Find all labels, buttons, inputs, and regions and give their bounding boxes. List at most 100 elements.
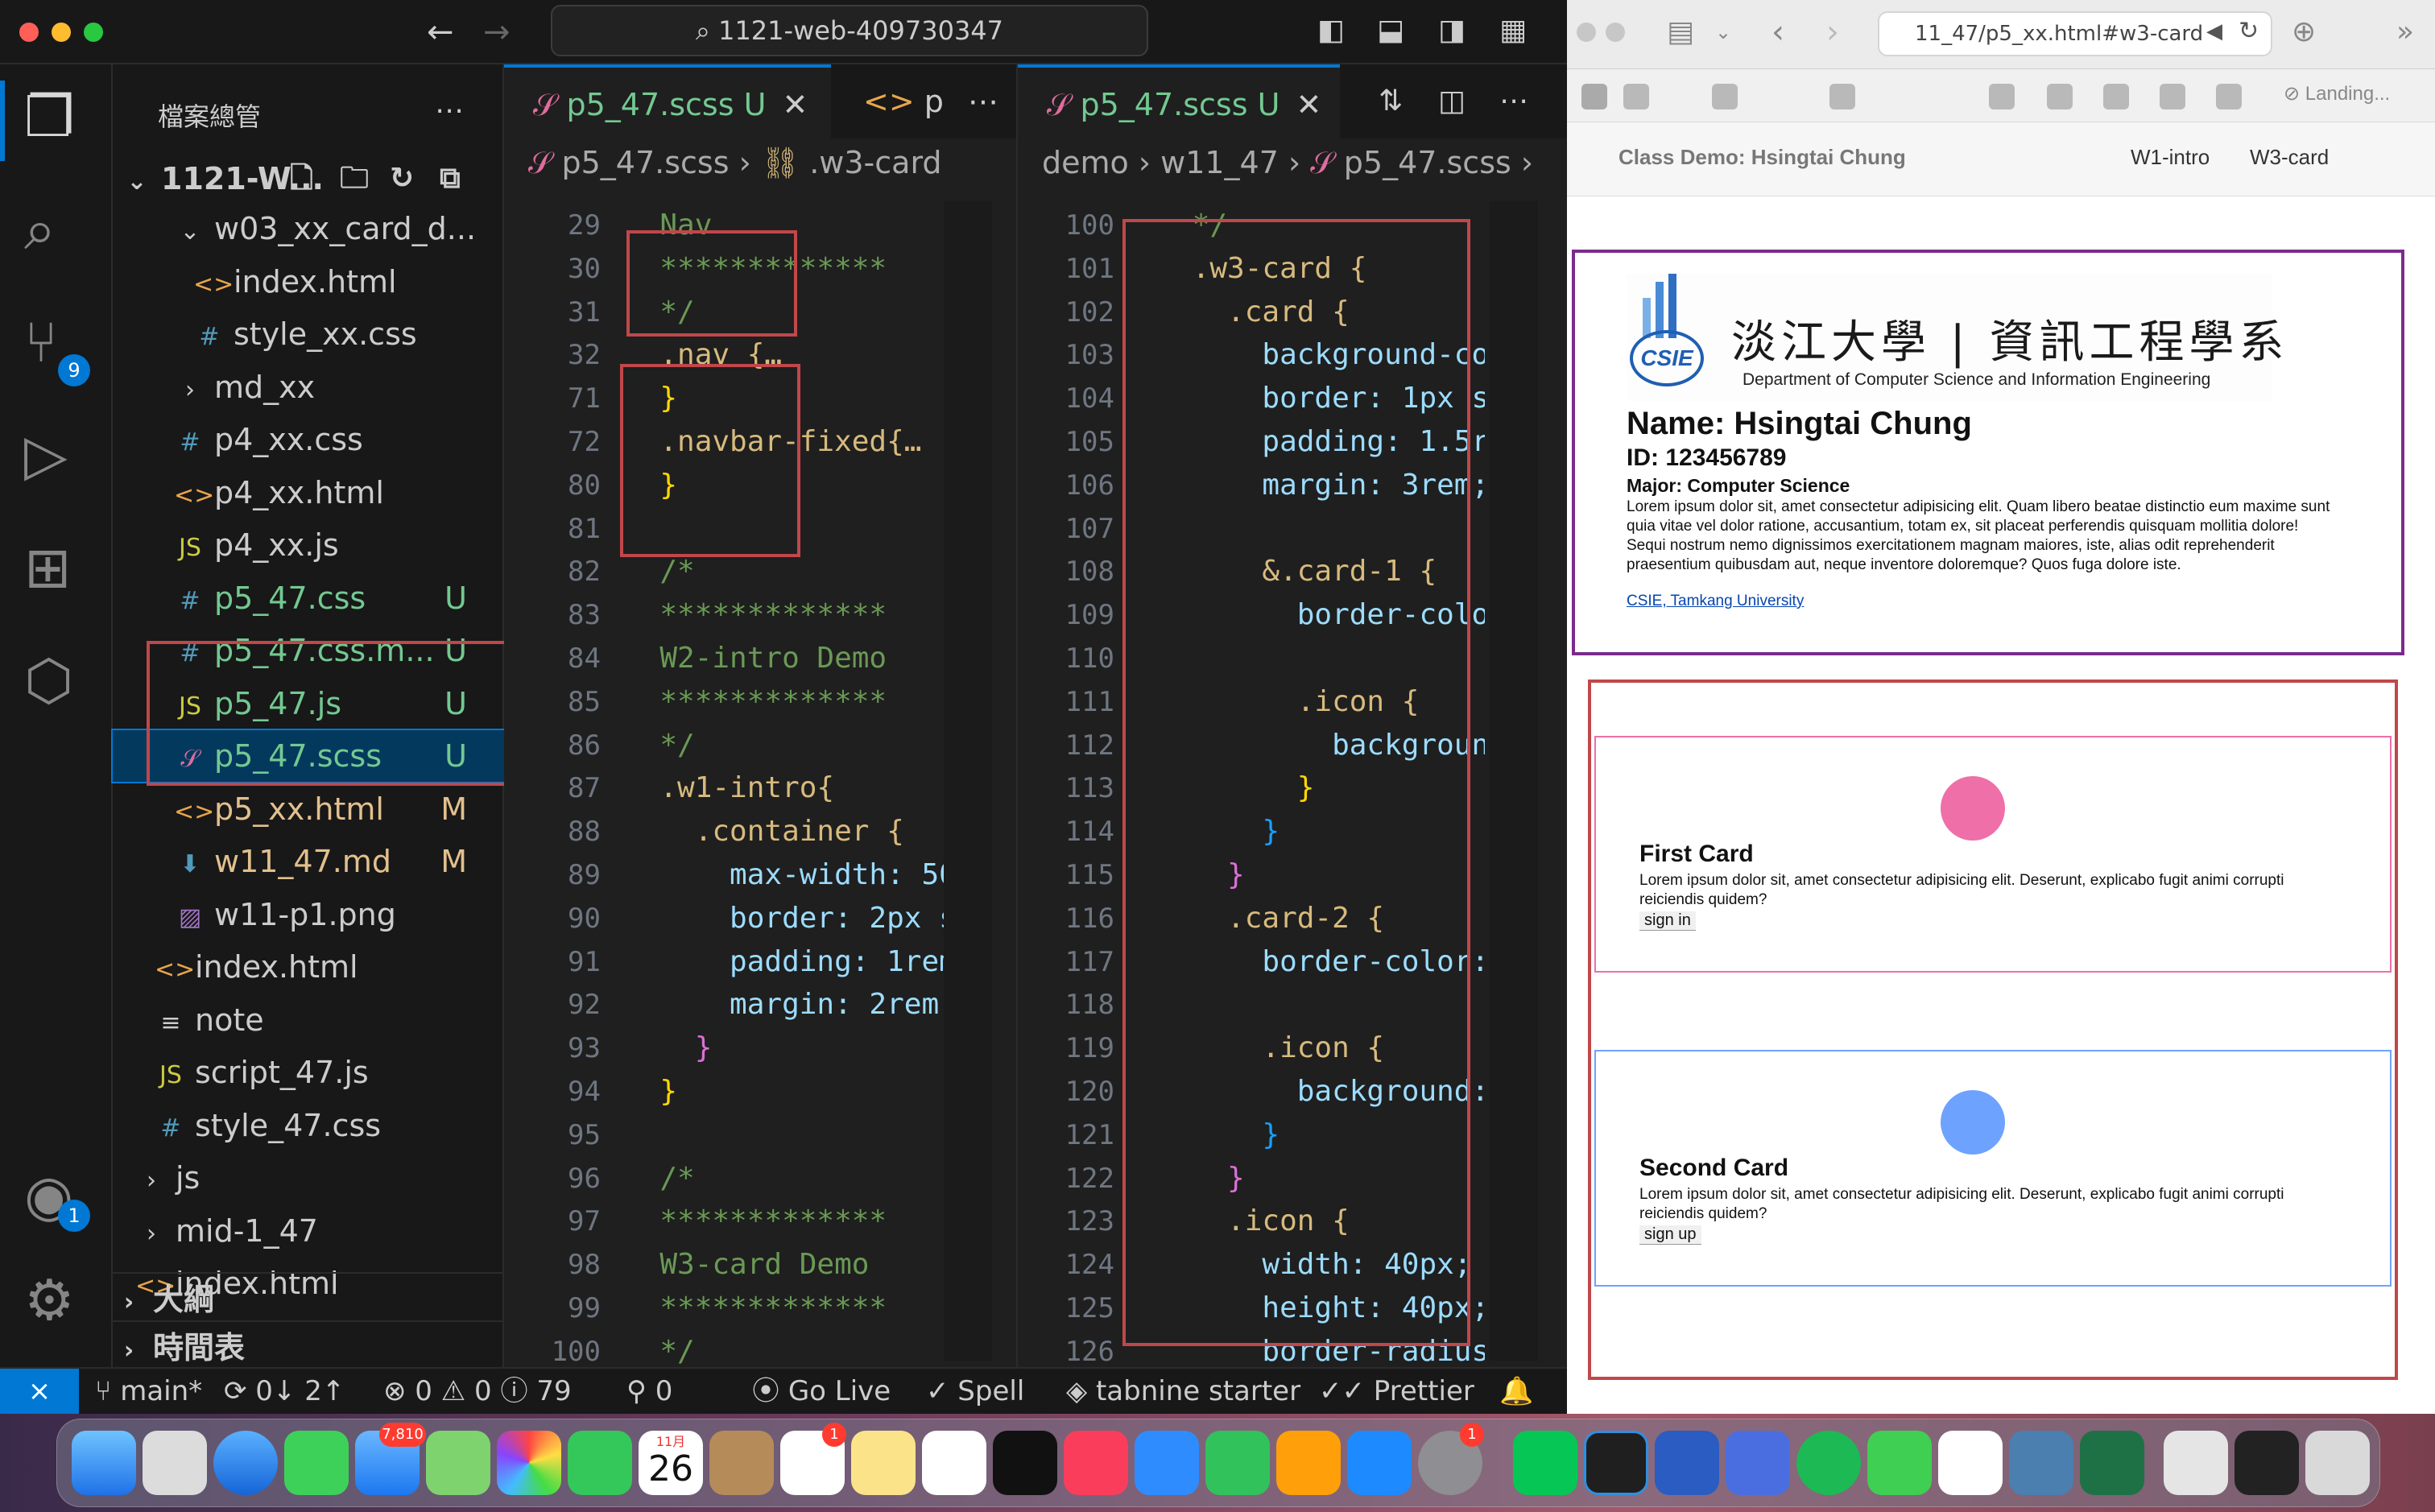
toggle-sidebar-icon[interactable]: ◧ xyxy=(1317,16,1345,45)
tree-item[interactable]: <>index.html xyxy=(113,256,504,308)
freeform-icon[interactable] xyxy=(922,1431,986,1495)
speaker-icon[interactable]: ◀ xyxy=(2206,21,2222,42)
tree-item[interactable]: <>p5_xx.html M xyxy=(113,783,504,835)
go-live-button[interactable]: ⦿ Go Live xyxy=(752,1369,891,1414)
favorite-icon[interactable] xyxy=(1623,84,1649,109)
tab-overview-icon[interactable]: » xyxy=(2396,18,2414,47)
sidebar-toggle-icon[interactable]: ▤ xyxy=(1667,18,1694,47)
tree-item[interactable]: ▨ w11-p1.png xyxy=(113,889,504,940)
zoom-window-button[interactable] xyxy=(84,23,103,42)
xcode-icon[interactable] xyxy=(1726,1431,1790,1495)
intro-link[interactable]: CSIE, Tamkang University xyxy=(1627,593,1804,610)
launchpad-icon[interactable] xyxy=(143,1431,207,1495)
forward-icon[interactable]: › xyxy=(1826,16,1839,48)
breadcrumb-file[interactable]: p5_47.scss xyxy=(562,145,730,180)
favorite-icon[interactable] xyxy=(1581,84,1607,109)
tabnine-button[interactable]: ◈ tabnine starter xyxy=(1066,1369,1300,1414)
minimap[interactable] xyxy=(1490,201,1538,1361)
extensions-icon[interactable]: ⊞ xyxy=(24,539,72,596)
command-center-search[interactable]: ⌕ 1121-web-409730347 xyxy=(551,5,1148,56)
search-icon[interactable]: ⌕ xyxy=(24,201,56,258)
tab-p5-47-scss[interactable]: 𝒮 p5_47.scss U ✕ xyxy=(504,64,831,138)
notes-icon[interactable] xyxy=(851,1431,916,1495)
new-folder-icon[interactable]: 🗀 xyxy=(340,164,369,193)
favorite-icon[interactable] xyxy=(2047,84,2073,109)
tree-item[interactable]: <>p4_xx.html xyxy=(113,467,504,518)
screenshot-icon[interactable] xyxy=(2234,1431,2299,1495)
tree-item[interactable]: # p5_47.css U xyxy=(113,572,504,624)
sign-up-button[interactable]: sign up xyxy=(1639,1225,1701,1245)
back-arrow-icon[interactable]: ← xyxy=(427,16,454,48)
problems-indicator[interactable]: ⊗ 0 ⚠ 0 ⓘ 79 xyxy=(383,1369,572,1414)
tab-p[interactable]: <> p ⋯ xyxy=(834,64,1016,138)
finder-icon[interactable] xyxy=(72,1431,136,1495)
nav-link-w1-intro[interactable]: W1-intro xyxy=(2131,145,2210,170)
tree-item[interactable]: › mid-1_47 xyxy=(113,1205,504,1257)
split-editor-icon[interactable]: ◫ xyxy=(1438,87,1466,116)
tree-item[interactable]: ≡ note xyxy=(113,994,504,1046)
favorite-icon[interactable] xyxy=(1989,84,2015,109)
minimap[interactable] xyxy=(944,201,992,1361)
numbers-icon[interactable] xyxy=(1205,1431,1270,1495)
wechat-icon[interactable] xyxy=(1867,1431,1932,1495)
breadcrumb-symbol[interactable]: .w3-card xyxy=(809,145,941,180)
nav-link-w3-card[interactable]: W3-card xyxy=(2250,145,2329,170)
tree-item[interactable]: # style_xx.css xyxy=(113,308,504,360)
word-icon[interactable] xyxy=(1655,1431,1719,1495)
remote-explorer-icon[interactable]: ⬡ xyxy=(24,652,73,708)
reload-icon[interactable]: ↻ xyxy=(2239,19,2259,43)
excel-icon[interactable] xyxy=(2080,1431,2144,1495)
keynote-icon[interactable] xyxy=(1135,1431,1199,1495)
new-file-icon[interactable]: 🗋 xyxy=(290,164,313,193)
close-icon[interactable]: ✕ xyxy=(1296,87,1321,122)
trash-icon[interactable] xyxy=(2305,1431,2370,1495)
run-debug-icon[interactable]: ▷ xyxy=(24,427,68,483)
tree-item[interactable]: › md_xx xyxy=(113,361,504,413)
tree-item[interactable]: ⬇ w11_47.md M xyxy=(113,836,504,887)
branch-indicator[interactable]: ⑂ main* xyxy=(95,1369,202,1414)
breadcrumb-folder[interactable]: w11_47 xyxy=(1160,145,1279,180)
toggle-panel-icon[interactable]: ⬓ xyxy=(1377,16,1404,45)
back-icon[interactable]: ‹ xyxy=(1771,16,1784,48)
more-icon[interactable]: ⋯ xyxy=(1499,87,1528,116)
safari-icon[interactable] xyxy=(213,1431,278,1495)
more-actions-icon[interactable]: ⋯ xyxy=(435,97,464,126)
favorite-icon[interactable] xyxy=(2216,84,2242,109)
breadcrumb-file[interactable]: p5_47.scss xyxy=(1344,145,1511,180)
bell-icon[interactable]: 🔔 xyxy=(1499,1369,1533,1414)
chevron-down-icon[interactable]: ⌄ xyxy=(1715,23,1731,42)
favorite-icon[interactable] xyxy=(1829,84,1855,109)
explorer-icon[interactable]: ❐ xyxy=(24,89,75,145)
music-icon[interactable] xyxy=(1064,1431,1128,1495)
preview-icon[interactable] xyxy=(2009,1431,2073,1495)
tree-item[interactable]: JS p4_xx.js xyxy=(113,519,504,571)
favorite-landing[interactable]: ⊘ Landing... xyxy=(2284,82,2390,105)
open-changes-icon[interactable]: ⇅ xyxy=(1379,87,1403,116)
favorite-icon[interactable] xyxy=(1712,84,1738,109)
ports-indicator[interactable]: ⚲ 0 xyxy=(626,1369,672,1414)
tree-item[interactable]: ⌄ w03_xx_card_d... xyxy=(113,203,504,254)
collapse-all-icon[interactable]: ⧉ xyxy=(440,164,461,193)
tree-item[interactable]: JS script_47.js xyxy=(113,1047,504,1098)
gear-icon[interactable]: ⚙ xyxy=(24,1272,75,1328)
forward-arrow-icon[interactable]: → xyxy=(483,16,511,48)
close-icon[interactable]: ✕ xyxy=(782,87,808,122)
line-icon[interactable] xyxy=(1513,1431,1577,1495)
calendar-icon[interactable]: 11月 26 xyxy=(639,1431,703,1495)
minimize-window-button[interactable] xyxy=(1606,23,1625,42)
remote-indicator[interactable]: ⨯ xyxy=(0,1369,79,1414)
refresh-icon[interactable]: ↻ xyxy=(390,164,414,193)
messages-icon[interactable] xyxy=(284,1431,349,1495)
tree-item[interactable]: › js xyxy=(113,1152,504,1204)
spotify-icon[interactable] xyxy=(1796,1431,1861,1495)
contacts-icon[interactable] xyxy=(709,1431,774,1495)
timeline-section[interactable]: › 時間表 xyxy=(113,1320,504,1372)
breadcrumb-folder[interactable]: demo xyxy=(1042,145,1129,180)
pages-icon[interactable] xyxy=(1276,1431,1341,1495)
close-window-button[interactable] xyxy=(19,23,39,42)
document-icon[interactable] xyxy=(2164,1431,2228,1495)
root-folder[interactable]: ⌄ 1121-W... 🗋 🗀 ↻ ⧉ xyxy=(113,153,504,204)
more-icon[interactable]: ⋯ xyxy=(968,84,998,119)
prettier-button[interactable]: ✓✓ Prettier xyxy=(1319,1369,1474,1414)
app-store-icon[interactable] xyxy=(1347,1431,1412,1495)
